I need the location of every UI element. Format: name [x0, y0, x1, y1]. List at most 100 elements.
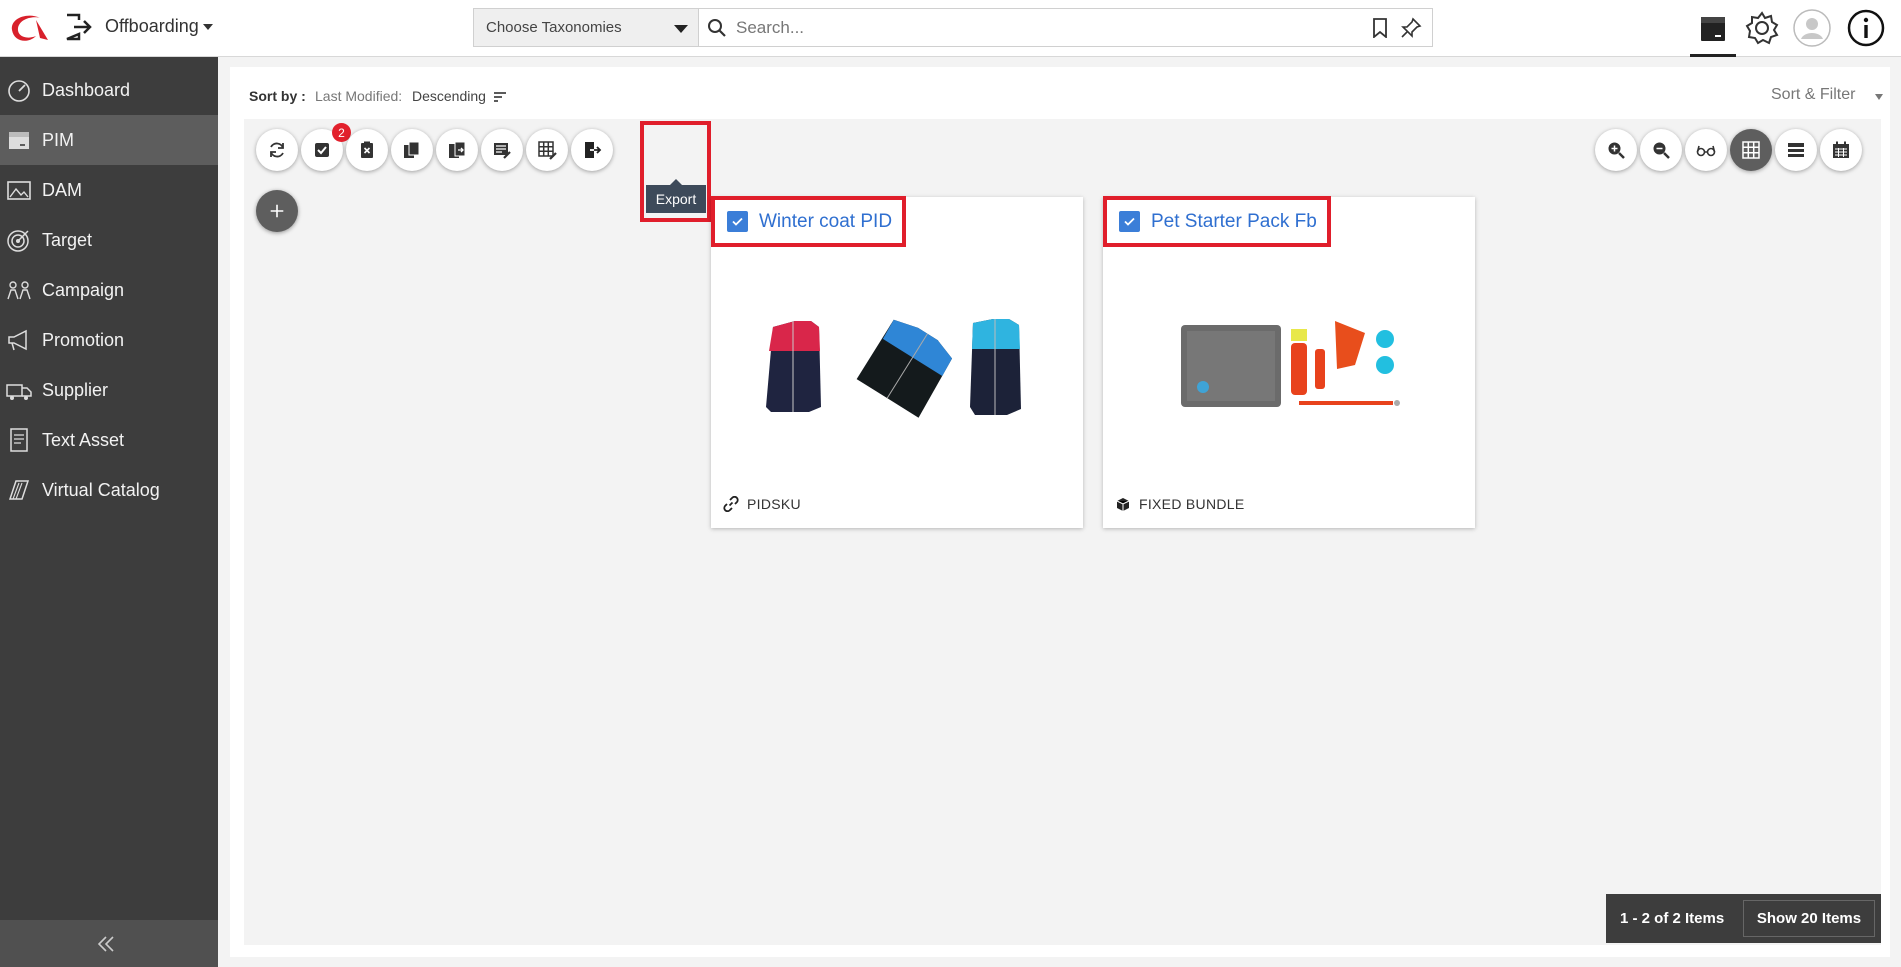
product-image-pet-starter-pack[interactable] — [1103, 257, 1475, 477]
sort-filter-toggle[interactable]: Sort & Filter — [1771, 86, 1855, 104]
promotion-icon — [8, 329, 27, 351]
card-type-label: FIXED BUNDLE — [1139, 496, 1245, 512]
sidebar-item-label: Target — [42, 229, 93, 250]
product-image-winter-coats[interactable] — [711, 257, 1083, 477]
glasses-icon — [1696, 145, 1716, 157]
sidebar-item-label: Campaign — [42, 279, 125, 300]
sidebar-item-text-asset[interactable]: Text Asset — [0, 415, 218, 465]
product-card[interactable]: Winter coat PID PIDSKU — [711, 196, 1083, 528]
bookmark-icon[interactable] — [1371, 18, 1389, 38]
delete-button[interactable] — [346, 129, 388, 171]
product-box-icon[interactable] — [1693, 8, 1733, 48]
item-count: 1 - 2 of 2 Items — [1620, 910, 1725, 927]
dam-icon — [7, 181, 31, 200]
sidebar-item-dam[interactable]: DAM — [0, 165, 218, 215]
sidebar-item-target[interactable]: Target — [0, 215, 218, 265]
caret-down-icon[interactable] — [1875, 94, 1883, 100]
sidebar-item-label: PIM — [42, 129, 75, 150]
supplier-icon — [6, 384, 32, 400]
calendar-view-button[interactable] — [1820, 129, 1862, 171]
edit-list-icon — [494, 143, 511, 159]
main-panel: Sort by : Last Modified: Descending Sort… — [230, 67, 1890, 957]
page-size-button[interactable]: Show 20 Items — [1743, 900, 1875, 937]
refresh-icon — [270, 142, 284, 158]
sidebar-item-label: DAM — [42, 179, 82, 200]
app-logo[interactable] — [6, 10, 50, 46]
clipboard-delete-icon — [361, 141, 373, 158]
list-view-icon — [1788, 143, 1804, 157]
taxonomy-select-label: Choose Taxonomies — [486, 19, 622, 36]
card-type: FIXED BUNDLE — [1115, 496, 1245, 512]
check-icon — [732, 217, 743, 226]
sidebar-item-label: Dashboard — [42, 79, 131, 100]
zoom-in-icon — [1608, 142, 1625, 159]
sort-descending-icon[interactable] — [493, 91, 507, 103]
bundle-box-icon — [1116, 498, 1130, 511]
module-title[interactable]: Offboarding — [105, 16, 199, 37]
exit-icon[interactable] — [63, 12, 93, 42]
caret-down-icon — [674, 25, 688, 33]
sidebar-item-promotion[interactable]: Promotion — [0, 315, 218, 365]
sidebar-item-label: Text Asset — [42, 429, 125, 450]
sort-by-label: Sort by : — [249, 88, 306, 104]
card-title[interactable]: Pet Starter Pack Fb — [1151, 211, 1317, 233]
sort-field[interactable]: Last Modified: — [315, 88, 402, 104]
results-area: 2 Export Winter coat PID PIDSKU Pet Star… — [244, 119, 1881, 945]
search-bar: Choose Taxonomies — [473, 8, 1433, 47]
refresh-button[interactable] — [256, 129, 298, 171]
avatar[interactable] — [1792, 8, 1832, 48]
zoom-out-icon — [1653, 142, 1670, 159]
list-view-button[interactable] — [1775, 129, 1817, 171]
link-icon — [723, 496, 739, 512]
copy-icon — [404, 141, 420, 158]
sidebar-item-supplier[interactable]: Supplier — [0, 365, 218, 415]
grid-view-icon — [1742, 141, 1760, 159]
taxonomy-select[interactable]: Choose Taxonomies — [474, 9, 699, 46]
zoom-out-button[interactable] — [1640, 129, 1682, 171]
export-icon — [585, 142, 602, 158]
card-title-highlight: Winter coat PID — [711, 196, 907, 247]
sidebar-item-dashboard[interactable]: Dashboard — [0, 65, 218, 115]
selected-items-button[interactable]: 2 — [301, 123, 351, 171]
copy-button[interactable] — [391, 129, 433, 171]
module-dropdown-caret-icon[interactable] — [203, 24, 213, 30]
grid-edit-icon — [538, 141, 557, 160]
grid-edit-button[interactable] — [526, 129, 568, 171]
bulk-edit-button[interactable] — [481, 129, 523, 171]
check-icon — [1124, 217, 1135, 226]
preview-button[interactable] — [1685, 129, 1727, 171]
pin-icon[interactable] — [1400, 17, 1422, 39]
sidebar-item-pim[interactable]: PIM — [0, 115, 218, 165]
export-button[interactable] — [571, 129, 613, 171]
card-title-highlight: Pet Starter Pack Fb — [1103, 196, 1331, 247]
search-icon — [708, 19, 726, 37]
sort-direction[interactable]: Descending — [412, 88, 486, 104]
sidebar-item-virtual-catalog[interactable]: Virtual Catalog — [0, 465, 218, 515]
virtual-catalog-icon — [8, 480, 30, 500]
pagination-bar: 1 - 2 of 2 Items Show 20 Items — [1606, 894, 1881, 943]
target-icon — [7, 230, 29, 252]
campaign-icon — [7, 281, 31, 300]
sidebar-item-campaign[interactable]: Campaign — [0, 265, 218, 315]
sidebar-collapse-bar[interactable] — [0, 920, 218, 967]
gear-icon[interactable] — [1742, 8, 1782, 48]
card-type-label: PIDSKU — [747, 496, 801, 512]
info-icon[interactable] — [1846, 8, 1886, 48]
active-indicator — [1690, 54, 1736, 57]
double-chevron-left-icon[interactable] — [96, 934, 116, 954]
zoom-in-button[interactable] — [1595, 129, 1637, 171]
grid-view-button[interactable] — [1730, 129, 1772, 171]
sidebar: Dashboard PIM DAM Target Campaign Promot… — [0, 57, 218, 967]
add-button[interactable] — [256, 190, 298, 232]
card-checkbox[interactable] — [1119, 211, 1140, 232]
export-tooltip: Export — [646, 179, 706, 213]
sidebar-item-label: Virtual Catalog — [42, 479, 160, 500]
card-checkbox[interactable] — [727, 211, 748, 232]
calendar-icon — [1833, 141, 1849, 158]
card-title[interactable]: Winter coat PID — [759, 211, 892, 233]
plus-icon — [270, 204, 284, 218]
product-card[interactable]: Pet Starter Pack Fb FIXED BUNDLE — [1103, 196, 1475, 528]
dashboard-icon — [8, 80, 30, 102]
search-input[interactable] — [736, 14, 1336, 41]
duplicate-button[interactable] — [436, 129, 478, 171]
